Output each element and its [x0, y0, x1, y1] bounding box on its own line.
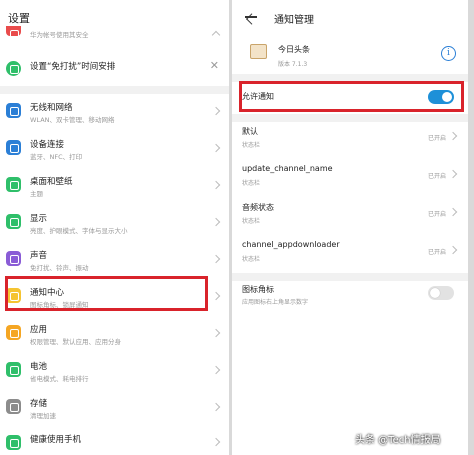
channel-subtitle: 状态栏: [242, 218, 261, 225]
chevron-right-icon: [448, 207, 458, 217]
divider: [232, 273, 468, 281]
channel-subtitle: 状态栏: [242, 256, 261, 263]
battery-icon: [6, 362, 21, 377]
row-title: 应用: [30, 325, 48, 335]
app-version: 版本 7.1.3: [278, 61, 308, 68]
channel-subtitle: 状态栏: [242, 142, 261, 149]
row-title: 健康使用手机: [30, 435, 82, 445]
row-title: 显示: [30, 214, 48, 224]
row-title: 桌面和壁纸: [30, 177, 73, 187]
divider: [0, 86, 229, 94]
row-subtitle: 蓝牙、NFC、打印: [30, 153, 83, 161]
sound-icon: [6, 251, 21, 266]
channel-status: 已开启: [427, 135, 446, 142]
info-icon[interactable]: i: [441, 46, 456, 61]
app-name: 今日头条: [278, 45, 310, 54]
notification-management-panel: 通知管理 今日头条 版本 7.1.3 i 允许通知 默认 状态栏 已开启 upd…: [232, 0, 468, 455]
chevron-right-icon: [448, 245, 458, 255]
row-subtitle: 省电模式、耗电排行: [30, 375, 89, 383]
row-title: 无线和网络: [30, 103, 73, 113]
settings-row-wallpaper[interactable]: 桌面和壁纸 主题: [0, 168, 229, 202]
settings-row-storage[interactable]: 存储 清理加速: [0, 390, 229, 424]
badge-subtitle: 应用图标右上角显示数字: [242, 299, 309, 306]
row-subtitle: 主题: [30, 190, 43, 198]
settings-row-sound[interactable]: 声音 免打扰、铃声、振动: [0, 242, 229, 276]
badge-toggle[interactable]: [428, 286, 454, 300]
wallpaper-icon: [6, 177, 21, 192]
row-title: 声音: [30, 251, 48, 261]
row-subtitle: 权限管理、默认应用、应用分身: [30, 338, 121, 346]
channel-subtitle: 状态栏: [242, 180, 261, 187]
chevron-right-icon: [211, 180, 221, 190]
apps-icon: [6, 325, 21, 340]
chevron-right-icon: [211, 217, 221, 227]
highlight-box-notification-center: [5, 276, 208, 311]
row-subtitle: 免打扰、铃声、振动: [30, 264, 89, 272]
row-subtitle: 华为帐号使用其安全: [30, 31, 89, 39]
screenshot-canvas: 设置 华为帐号使用其安全 设置“免打扰”时间安排 ✕ 无线和网络 WLAN、双卡…: [0, 0, 474, 455]
settings-partial-icon: [6, 26, 21, 39]
devices-icon: [6, 140, 21, 155]
settings-title: 设置: [8, 12, 30, 25]
moon-icon: [6, 61, 21, 76]
channel-row[interactable]: 默认 状态栏 已开启: [232, 122, 468, 158]
watermark: 头条 @Tech情报局: [355, 435, 441, 446]
dnd-schedule-suggestion[interactable]: 设置“免打扰”时间安排 ✕: [0, 52, 229, 82]
highlight-box-allow-notifications: [239, 81, 464, 112]
channel-status: 已开启: [427, 173, 446, 180]
channel-status: 已开启: [427, 249, 446, 256]
row-subtitle: WLAN、双卡管理、移动网络: [30, 116, 115, 124]
row-title: 设置“免打扰”时间安排: [30, 62, 116, 72]
wifi-icon: [6, 103, 21, 118]
chevron-right-icon: [211, 365, 221, 375]
settings-row-device-connection[interactable]: 设备连接 蓝牙、NFC、打印: [0, 131, 229, 165]
notification-header: 通知管理: [232, 0, 468, 36]
row-title: 存储: [30, 399, 48, 409]
row-title: 电池: [30, 362, 48, 372]
channel-row[interactable]: channel_appdownloader 状态栏 已开启: [232, 236, 468, 272]
chevron-right-icon: [211, 143, 221, 153]
chevron-right-icon: [448, 169, 458, 179]
close-icon[interactable]: ✕: [210, 59, 219, 72]
settings-row-health[interactable]: 健康使用手机: [0, 427, 229, 455]
row-subtitle: 亮度、护眼模式、字体与显示大小: [30, 227, 128, 235]
chevron-up-icon[interactable]: [211, 30, 221, 40]
channel-title: update_channel_name: [242, 164, 333, 173]
settings-row-apps[interactable]: 应用 权限管理、默认应用、应用分身: [0, 316, 229, 350]
channel-title: 默认: [242, 127, 258, 136]
badge-title: 图标角标: [242, 285, 274, 294]
app-icon: [250, 44, 267, 59]
channel-title: 音频状态: [242, 203, 274, 212]
chevron-right-icon: [211, 402, 221, 412]
settings-row-account[interactable]: 华为帐号使用其安全: [0, 26, 229, 46]
health-icon: [6, 435, 21, 450]
settings-panel: 设置 华为帐号使用其安全 设置“免打扰”时间安排 ✕ 无线和网络 WLAN、双卡…: [0, 0, 229, 455]
row-subtitle: 清理加速: [30, 412, 56, 420]
badge-row[interactable]: 图标角标 应用图标右上角显示数字: [232, 281, 468, 315]
chevron-right-icon: [211, 328, 221, 338]
settings-row-display[interactable]: 显示 亮度、护眼模式、字体与显示大小: [0, 205, 229, 239]
back-arrow-icon[interactable]: [244, 11, 258, 23]
page-title: 通知管理: [274, 15, 314, 26]
channel-row[interactable]: 音频状态 状态栏 已开启: [232, 198, 468, 234]
chevron-right-icon: [211, 106, 221, 116]
chevron-right-icon: [211, 291, 221, 301]
channel-status: 已开启: [427, 211, 446, 218]
row-title: 设备连接: [30, 140, 65, 150]
chevron-right-icon: [211, 254, 221, 264]
display-icon: [6, 214, 21, 229]
channel-row[interactable]: update_channel_name 状态栏 已开启: [232, 160, 468, 196]
settings-row-battery[interactable]: 电池 省电模式、耗电排行: [0, 353, 229, 387]
storage-icon: [6, 399, 21, 414]
chevron-right-icon: [448, 131, 458, 141]
settings-row-network[interactable]: 无线和网络 WLAN、双卡管理、移动网络: [0, 94, 229, 128]
channel-title: channel_appdownloader: [242, 240, 340, 249]
divider: [232, 114, 468, 122]
chevron-right-icon: [211, 437, 221, 447]
